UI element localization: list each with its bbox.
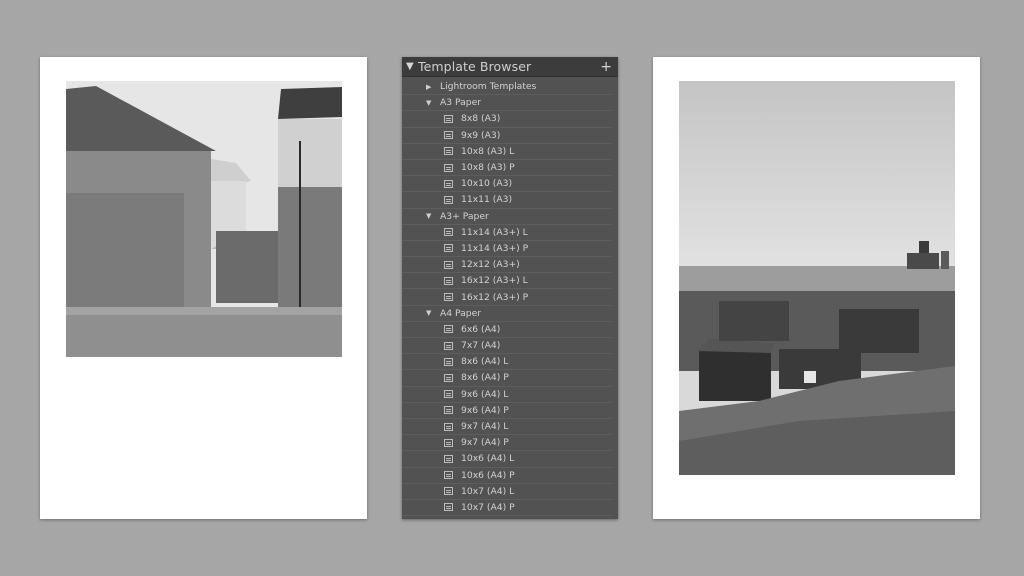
template-icon — [444, 195, 453, 204]
template-item[interactable]: 12x12 (A3+) — [402, 257, 612, 274]
tree-label: 10x8 (A3) L — [461, 145, 515, 157]
tree-label: 9x6 (A4) P — [461, 404, 509, 416]
tree-label: 11x14 (A3+) L — [461, 226, 528, 238]
template-icon — [444, 487, 453, 496]
tree-label: 9x9 (A3) — [461, 129, 501, 141]
template-icon — [444, 422, 453, 431]
tree-label: 11x14 (A3+) P — [461, 242, 529, 254]
template-item[interactable]: 9x7 (A4) P — [402, 435, 612, 452]
tree-label: 10x6 (A4) L — [461, 453, 515, 465]
template-item[interactable]: 10x6 (A4) P — [402, 468, 612, 484]
tree-label: 16x12 (A3+) L — [461, 275, 528, 287]
template-icon — [444, 244, 453, 253]
triangle-down-icon[interactable]: ▼ — [426, 212, 440, 220]
triangle-right-icon[interactable]: ▶ — [426, 83, 440, 91]
tree-folder[interactable]: ▶ Lightroom Templates — [402, 79, 612, 96]
template-item[interactable]: 9x6 (A4) L — [402, 387, 612, 403]
template-item[interactable]: 9x7 (A4) L — [402, 419, 612, 436]
template-icon — [444, 276, 453, 285]
tree-label: 10x6 (A4) P — [461, 469, 515, 481]
template-icon — [444, 179, 453, 188]
template-icon — [444, 293, 453, 302]
template-icon — [444, 114, 453, 123]
tree-label: 16x12 (A3+) P — [461, 291, 529, 303]
template-item[interactable]: 11x14 (A3+) L — [402, 225, 612, 241]
tree-label: 9x6 (A4) L — [461, 388, 509, 400]
add-template-icon[interactable]: + — [600, 59, 612, 75]
template-icon — [444, 454, 453, 463]
template-icon — [444, 228, 453, 237]
template-icon — [444, 341, 453, 350]
print-page-left — [40, 57, 367, 519]
template-icon — [444, 438, 453, 447]
template-item[interactable]: 10x7 (A4) L — [402, 484, 612, 500]
template-icon — [444, 406, 453, 415]
panel-title: Template Browser — [418, 59, 532, 74]
tree-label: 10x8 (A3) P — [461, 162, 515, 174]
template-icon — [444, 390, 453, 399]
tree-label: 9x7 (A4) L — [461, 421, 509, 433]
template-item[interactable]: 10x7 (A4) P — [402, 500, 612, 517]
template-icon — [444, 147, 453, 156]
template-icon — [444, 471, 453, 480]
photo-beach-huts — [679, 81, 955, 475]
template-item[interactable]: 6x6 (A4) — [402, 322, 612, 338]
triangle-down-icon[interactable]: ▼ — [406, 61, 418, 72]
template-item[interactable]: 11x14 (A3+) P — [402, 241, 612, 258]
template-icon — [444, 163, 453, 172]
tree-label: 12x12 (A3+) — [461, 259, 520, 271]
tree-folder[interactable]: ▼ A3+ Paper — [402, 209, 612, 225]
template-item[interactable]: 8x6 (A4) L — [402, 354, 612, 371]
triangle-down-icon[interactable]: ▼ — [426, 309, 440, 317]
tree-label: Lightroom Templates — [440, 81, 537, 93]
tree-label: 10x10 (A3) — [461, 178, 513, 190]
template-browser-header[interactable]: ▼ Template Browser + — [402, 57, 618, 77]
tree-label: 8x8 (A3) — [461, 113, 501, 125]
tree-folder[interactable]: ▼ A4 Paper — [402, 306, 612, 322]
template-icon — [444, 357, 453, 366]
template-item[interactable]: 10x10 (A3) — [402, 176, 612, 193]
photo-buildings — [66, 81, 342, 357]
tree-label: 9x7 (A4) P — [461, 437, 509, 449]
tree-label: 10x7 (A4) L — [461, 485, 515, 497]
tree-label: 8x6 (A4) L — [461, 356, 509, 368]
tree-folder[interactable]: ▼ A3 Paper — [402, 95, 612, 112]
template-tree: ▶ Lightroom Templates ▼ A3 Paper 8x8 (A3) 9x9… — [402, 77, 618, 517]
tree-label: 6x6 (A4) — [461, 323, 501, 335]
template-icon — [444, 503, 453, 512]
tree-label: 10x7 (A4) P — [461, 501, 515, 513]
template-icon — [444, 325, 453, 334]
template-item[interactable]: 9x6 (A4) P — [402, 403, 612, 419]
print-page-right — [653, 57, 980, 519]
tree-label: A4 Paper — [440, 307, 482, 319]
tree-label: 8x6 (A4) P — [461, 372, 509, 384]
template-item[interactable]: 16x12 (A3+) P — [402, 289, 612, 306]
template-item[interactable]: 10x8 (A3) P — [402, 160, 612, 177]
tree-label: A3+ Paper — [440, 210, 489, 222]
template-item[interactable]: 9x9 (A3) — [402, 128, 612, 144]
template-item[interactable]: 8x6 (A4) P — [402, 370, 612, 387]
tree-label: 11x11 (A3) — [461, 194, 513, 206]
template-item[interactable]: 10x8 (A3) L — [402, 144, 612, 160]
triangle-down-icon[interactable]: ▼ — [426, 99, 440, 107]
template-browser-panel: ▼ Template Browser + ▶ Lightroom Template… — [402, 57, 618, 519]
template-item[interactable]: 8x8 (A3) — [402, 111, 612, 128]
tree-label: 7x7 (A4) — [461, 340, 501, 352]
template-item[interactable]: 11x11 (A3) — [402, 192, 612, 209]
template-icon — [444, 131, 453, 140]
template-icon — [444, 373, 453, 382]
template-item[interactable]: 10x6 (A4) L — [402, 451, 612, 468]
template-icon — [444, 260, 453, 269]
template-item[interactable]: 16x12 (A3+) L — [402, 273, 612, 290]
tree-label: A3 Paper — [440, 97, 482, 109]
template-item[interactable]: 7x7 (A4) — [402, 338, 612, 355]
